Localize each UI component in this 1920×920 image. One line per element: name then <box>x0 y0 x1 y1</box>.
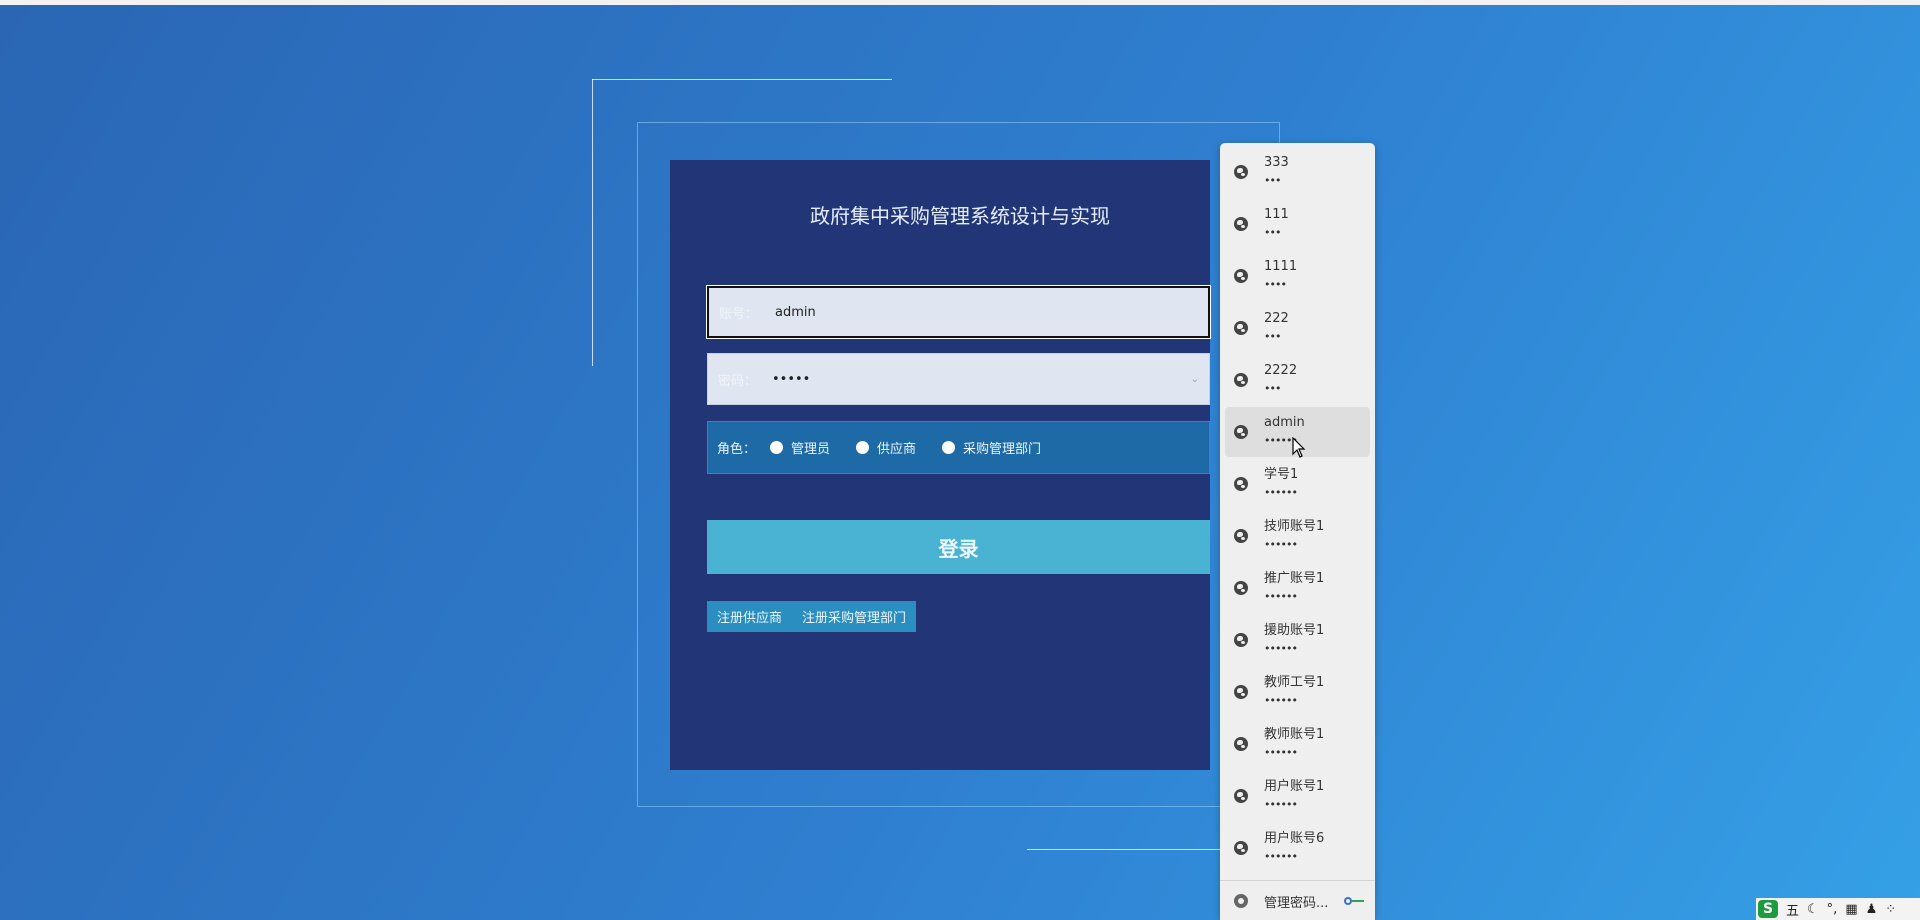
radio-icon[interactable] <box>856 441 870 454</box>
saved-credential-item[interactable]: 用户账号1 •••••• <box>1225 771 1370 821</box>
role-option-label: 供应商 <box>877 442 917 457</box>
radio-icon[interactable] <box>942 441 956 454</box>
login-panel: 政府集中采购管理系统设计与实现 账号： 密码： ••••• ⌄ 角色： 管理员 … <box>670 160 1211 770</box>
credential-username: 用户账号6 <box>1264 831 1325 846</box>
password-label: 密码： <box>718 373 758 389</box>
globe-icon <box>1234 269 1248 283</box>
saved-credential-item[interactable]: 2222 ••• <box>1225 355 1370 405</box>
credential-mask: •••••• <box>1264 642 1298 655</box>
credential-mask: •••••• <box>1264 694 1298 707</box>
credential-username: 教师账号1 <box>1264 727 1325 742</box>
grid-icon[interactable]: ⁘ <box>1885 902 1896 917</box>
system-tray: S 五 ☾ °, ▦ ♟ ⁘ <box>1756 898 1920 920</box>
credential-username: 学号1 <box>1264 467 1299 482</box>
globe-icon <box>1234 581 1248 595</box>
ime-mode-indicator[interactable]: 五 <box>1786 900 1799 919</box>
dropdown-divider <box>1220 880 1375 881</box>
decor-line-top <box>592 79 892 80</box>
credential-username: 用户账号1 <box>1264 779 1325 794</box>
saved-credential-item[interactable]: 推广账号1 •••••• <box>1225 563 1370 613</box>
credential-mask: •••••• <box>1264 538 1298 551</box>
globe-icon <box>1234 217 1248 231</box>
saved-credential-item[interactable]: 援助账号1 •••••• <box>1225 615 1370 665</box>
saved-credential-item[interactable]: 学号1 •••••• <box>1225 459 1370 509</box>
role-option-admin[interactable]: 管理员 <box>770 438 830 457</box>
globe-icon <box>1234 529 1248 543</box>
moon-icon[interactable]: ☾ <box>1807 902 1819 917</box>
credential-mask: •••• <box>1264 278 1287 291</box>
username-field[interactable]: 账号： <box>706 285 1211 339</box>
globe-icon <box>1234 321 1248 335</box>
globe-icon <box>1234 165 1248 179</box>
register-procurement-dept-link[interactable]: 注册采购管理部门 <box>792 601 917 632</box>
password-input[interactable]: ••••• <box>772 372 1191 387</box>
saved-credential-item[interactable]: 222 ••• <box>1225 303 1370 353</box>
credential-mask: ••• <box>1264 330 1281 343</box>
radio-icon[interactable] <box>770 441 784 454</box>
credential-username: 援助账号1 <box>1264 623 1325 638</box>
globe-icon <box>1234 633 1248 647</box>
credential-mask: •••••• <box>1264 850 1298 863</box>
saved-credential-item[interactable]: 333 ••• <box>1225 147 1370 197</box>
globe-icon <box>1234 373 1248 387</box>
chevron-down-icon[interactable]: ⌄ <box>1191 374 1199 385</box>
credential-username: 推广账号1 <box>1264 571 1325 586</box>
saved-credential-item[interactable]: 111 ••• <box>1225 199 1370 249</box>
credential-username: 2222 <box>1264 363 1298 378</box>
credential-username: 111 <box>1264 207 1289 222</box>
manage-passwords-label: 管理密码... <box>1264 895 1329 911</box>
credential-mask: ••• <box>1264 226 1281 239</box>
credential-username: admin <box>1264 415 1305 430</box>
ime-logo-icon[interactable]: S <box>1758 900 1778 918</box>
saved-credential-item[interactable]: 用户账号6 •••••• <box>1225 823 1370 873</box>
globe-icon <box>1234 685 1248 699</box>
decor-line-bottom <box>1027 849 1222 850</box>
key-icon <box>1344 896 1366 906</box>
credential-username: 1111 <box>1264 259 1298 274</box>
credential-username: 222 <box>1264 311 1289 326</box>
user-icon[interactable]: ♟ <box>1866 902 1878 917</box>
decor-line-left <box>592 79 593 366</box>
username-input[interactable] <box>773 303 1208 321</box>
credential-username: 技师账号1 <box>1264 519 1325 534</box>
role-option-label: 采购管理部门 <box>963 442 1042 457</box>
role-option-label: 管理员 <box>791 442 831 457</box>
register-supplier-link[interactable]: 注册供应商 <box>707 601 793 632</box>
credential-username: 教师工号1 <box>1264 675 1325 690</box>
username-label: 账号： <box>719 306 759 322</box>
credential-mask: •••••• <box>1264 486 1298 499</box>
punctuation-icon[interactable]: °, <box>1827 902 1838 917</box>
saved-passwords-dropdown: 333 ••• 111 ••• 1111 •••• 222 ••• 2222 ••• ad… <box>1220 143 1375 920</box>
page-title: 政府集中采购管理系统设计与实现 <box>810 204 1110 228</box>
browser-top-edge <box>0 0 1920 5</box>
chrome-icon <box>1234 894 1248 908</box>
saved-credential-item[interactable]: 技师账号1 •••••• <box>1225 511 1370 561</box>
role-label: 角色： <box>717 442 757 457</box>
password-field[interactable]: 密码： ••••• ⌄ <box>707 353 1210 405</box>
globe-icon <box>1234 737 1248 751</box>
saved-credential-item[interactable]: 1111 •••• <box>1225 251 1370 301</box>
credential-mask: ••• <box>1264 382 1281 395</box>
role-selector: 角色： 管理员 供应商 采购管理部门 <box>707 421 1210 474</box>
saved-credential-item[interactable]: 教师工号1 •••••• <box>1225 667 1370 717</box>
manage-passwords-item[interactable]: 管理密码... <box>1225 886 1370 916</box>
register-links: 注册供应商 注册采购管理部门 <box>707 601 917 632</box>
saved-credential-item[interactable]: 教师账号1 •••••• <box>1225 719 1370 769</box>
login-button[interactable]: 登录 <box>707 520 1210 574</box>
globe-icon <box>1234 841 1248 855</box>
globe-icon <box>1234 789 1248 803</box>
credential-username: 333 <box>1264 155 1289 170</box>
credential-mask: •••••• <box>1264 746 1298 759</box>
globe-icon <box>1234 477 1248 491</box>
globe-icon <box>1234 425 1248 439</box>
credential-mask: •••••• <box>1264 798 1298 811</box>
keyboard-icon[interactable]: ▦ <box>1845 902 1857 917</box>
role-option-supplier[interactable]: 供应商 <box>856 438 916 457</box>
credential-mask: ••• <box>1264 174 1281 187</box>
credential-mask: •••••• <box>1264 590 1298 603</box>
role-option-procurement-dept[interactable]: 采购管理部门 <box>942 438 1041 457</box>
